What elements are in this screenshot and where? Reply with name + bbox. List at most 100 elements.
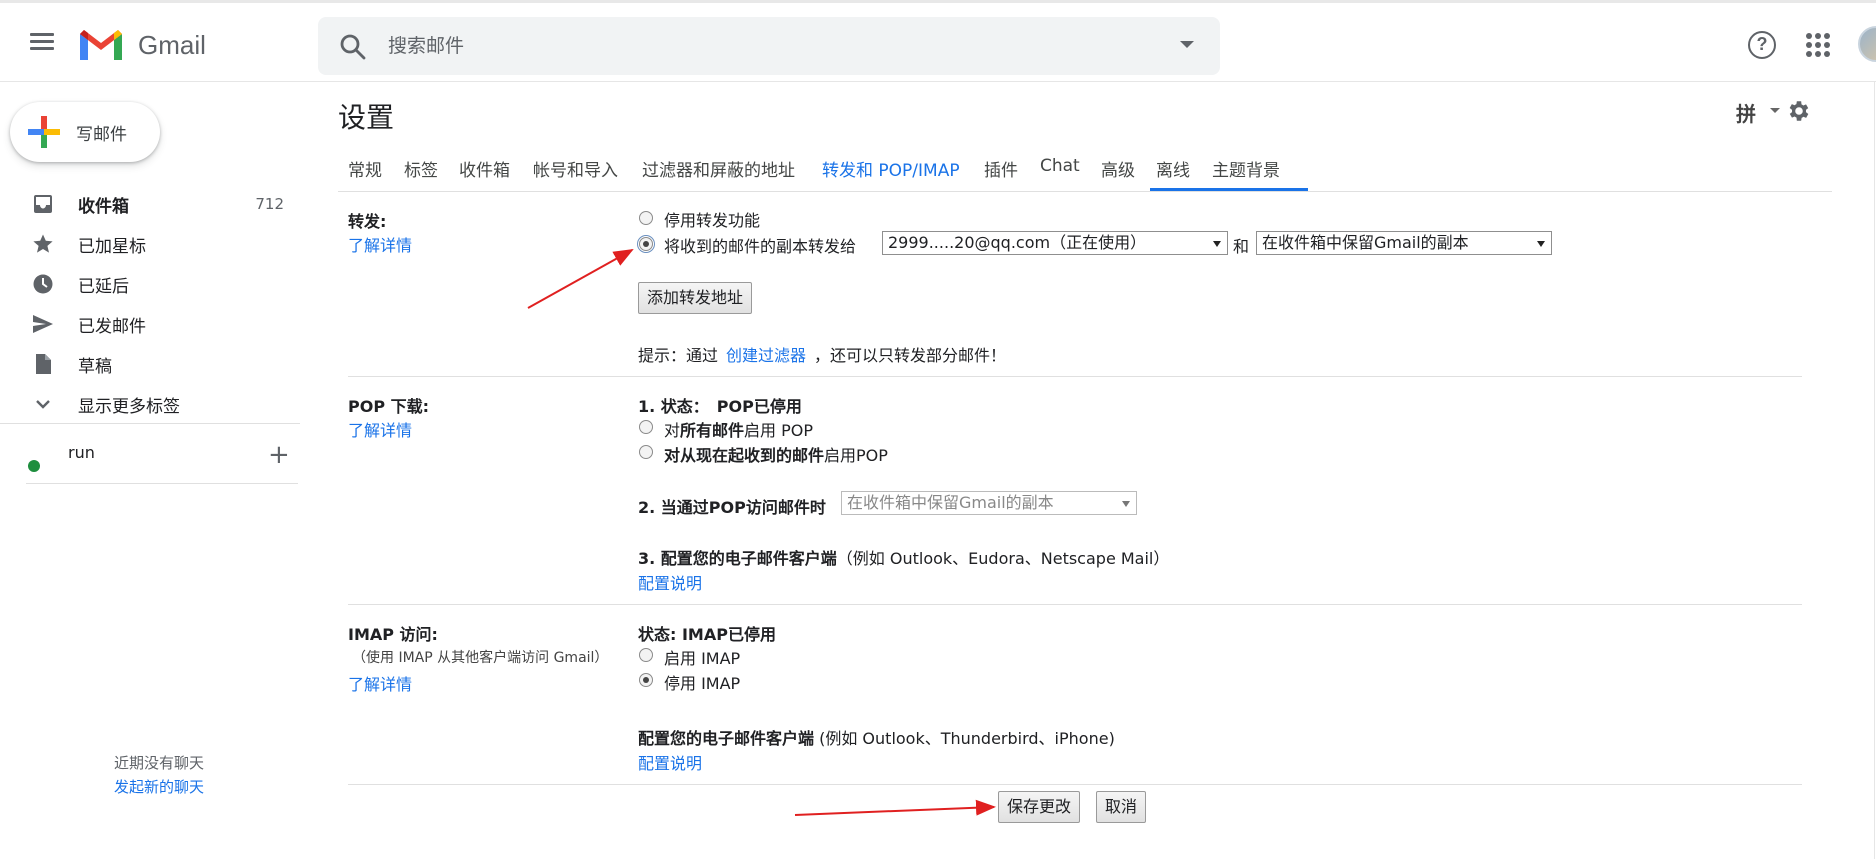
pop-all-bold: 所有邮件 <box>680 421 745 440</box>
disable-forwarding-label: 停用转发功能 <box>664 211 761 230</box>
app-name: Gmail <box>138 29 206 60</box>
pop-config-instructions-link[interactable]: 配置说明 <box>638 570 702 594</box>
enable-imap-label: 启用 IMAP <box>664 649 741 668</box>
pop-from-now-radio[interactable] <box>639 445 653 459</box>
create-filter-link[interactable]: 创建过滤器 <box>726 342 806 366</box>
add-forwarding-address-button[interactable]: 添加转发地址 <box>638 282 753 314</box>
add-chat-icon[interactable]: + <box>268 440 290 470</box>
pop-all-post: 启用 POP <box>744 421 814 440</box>
pop-learn-more-link[interactable]: 了解详情 <box>348 417 412 441</box>
pop-access-action-select[interactable]: 在收件箱中保留Gmail的副本 <box>841 491 1137 515</box>
help-icon[interactable]: ? <box>1748 31 1776 59</box>
sidebar-item-label: 已加星标 <box>78 236 146 257</box>
sidebar-nav: 收件箱 712 已加星标 已延后 已发邮件 草稿 显示更多标签 <box>0 184 300 424</box>
tab-chat[interactable]: Chat <box>1040 156 1080 176</box>
search-icon[interactable] <box>338 32 368 62</box>
pop-when-access-label: 2. 当通过POP访问邮件时 <box>638 494 826 518</box>
sidebar-item-sent[interactable]: 已发邮件 <box>0 304 300 344</box>
pop-now-post: 启用POP <box>824 446 888 465</box>
compose-label: 写邮件 <box>76 124 127 145</box>
gmail-logo[interactable]: Gmail <box>78 25 206 65</box>
forwarding-tip-prefix: 提示：通过 <box>638 346 719 365</box>
imap-access-label: IMAP 访问: <box>348 625 438 644</box>
draft-icon <box>36 354 51 374</box>
pop-status: 1. 状态： POP已停用 <box>638 393 802 417</box>
sidebar-item-starred[interactable]: 已加星标 <box>0 224 300 264</box>
pop-all-pre: 对 <box>664 421 681 440</box>
sidebar-item-snoozed[interactable]: 已延后 <box>0 264 300 304</box>
forward-keep-value: 在收件箱中保留Gmail的副本 <box>1262 233 1469 252</box>
imap-learn-more-link[interactable]: 了解详情 <box>348 671 412 695</box>
forward-copy-radio[interactable] <box>637 235 655 253</box>
star-icon <box>33 234 53 253</box>
gear-icon[interactable] <box>1786 98 1812 124</box>
dropdown-caret-icon <box>1537 241 1545 247</box>
tab-inbox[interactable]: 收件箱 <box>459 156 510 181</box>
dropdown-caret-icon <box>1122 501 1130 507</box>
sidebar-item-inbox[interactable]: 收件箱 712 <box>0 184 300 224</box>
disable-imap-radio[interactable] <box>639 673 653 687</box>
main-menu-icon[interactable] <box>24 29 60 59</box>
search-input[interactable] <box>388 27 1148 65</box>
sidebar-item-more-labels[interactable]: 显示更多标签 <box>0 384 300 424</box>
input-tools-button[interactable]: 拼 <box>1736 98 1756 127</box>
tab-labels[interactable]: 标签 <box>404 156 438 181</box>
tab-advanced[interactable]: 高级 <box>1101 156 1135 181</box>
pop-download-label: POP 下载: <box>348 397 430 416</box>
forwarding-label: 转发: <box>348 212 387 231</box>
annotation-arrow-forward <box>527 249 634 309</box>
chat-user-name[interactable]: run <box>68 443 95 462</box>
sidebar-item-label: 已延后 <box>78 276 129 297</box>
pop-all-mail-label: 对所有邮件启用 POP <box>664 417 813 441</box>
sidebar-item-drafts[interactable]: 草稿 <box>0 344 300 384</box>
tab-themes[interactable]: 主题背景 <box>1212 156 1280 181</box>
pop-configure-client: 3. 配置您的电子邮件客户端（例如 Outlook、Eudora、Netscap… <box>638 545 1169 569</box>
forward-keep-select[interactable]: 在收件箱中保留Gmail的副本 <box>1256 231 1552 255</box>
pop-status-prefix: 1. 状态： <box>638 397 709 416</box>
compose-plus-icon <box>28 116 60 148</box>
section-divider <box>348 784 1802 785</box>
pop-now-bold: 对从现在起收到的邮件 <box>664 446 825 465</box>
disable-imap-label: 停用 IMAP <box>664 674 741 693</box>
apps-grid-icon[interactable] <box>1806 33 1830 57</box>
and-text: 和 <box>1233 237 1250 256</box>
avatar[interactable] <box>1858 26 1876 62</box>
imap-status: 状态: IMAP已停用 <box>638 621 776 645</box>
inbox-icon <box>34 195 52 213</box>
start-new-chat-link[interactable]: 发起新的聊天 <box>114 776 204 797</box>
tab-general[interactable]: 常规 <box>348 156 382 181</box>
search-bar[interactable] <box>318 17 1220 75</box>
imap-config-instructions-link[interactable]: 配置说明 <box>638 750 702 774</box>
tab-forwarding-pop-imap[interactable]: 转发和 POP/IMAP <box>822 156 960 181</box>
sidebar-item-label: 草稿 <box>78 356 112 377</box>
chevron-down-icon <box>36 400 50 409</box>
sidebar-item-label: 已发邮件 <box>78 316 146 337</box>
send-icon <box>33 315 53 333</box>
imap-configure-note: (例如 Outlook、Thunderbird、iPhone) <box>814 729 1115 748</box>
pop-all-mail-radio[interactable] <box>639 420 653 434</box>
imap-note: （使用 IMAP 从其他客户端访问 Gmail） <box>352 650 609 666</box>
sidebar-item-label: 收件箱 <box>78 196 129 217</box>
pop-status-value: POP已停用 <box>716 397 802 416</box>
cancel-button[interactable]: 取消 <box>1096 791 1147 823</box>
tab-filters[interactable]: 过滤器和屏蔽的地址 <box>642 156 795 181</box>
sidebar-divider <box>0 423 300 424</box>
active-tab-indicator <box>1150 188 1308 191</box>
input-tools-caret-icon[interactable] <box>1770 108 1780 113</box>
tab-accounts-import[interactable]: 帐号和导入 <box>533 156 618 181</box>
tab-offline[interactable]: 离线 <box>1156 156 1190 181</box>
annotation-arrow-save <box>794 799 996 816</box>
compose-button[interactable]: 写邮件 <box>10 102 160 162</box>
forwarding-learn-more-link[interactable]: 了解详情 <box>348 232 412 256</box>
imap-configure-client: 配置您的电子邮件客户端 (例如 Outlook、Thunderbird、iPho… <box>638 725 1115 749</box>
tab-addons[interactable]: 插件 <box>984 156 1018 181</box>
search-options-icon[interactable] <box>1180 41 1194 48</box>
imap-configure-bold: 配置您的电子邮件客户端 <box>638 729 815 748</box>
section-divider <box>348 604 1802 605</box>
disable-forwarding-radio[interactable] <box>639 211 653 225</box>
forward-address-select[interactable]: 2999.....20@qq.com（正在使用） <box>882 231 1228 255</box>
save-changes-button[interactable]: 保存更改 <box>998 791 1081 823</box>
side-panel-border <box>1874 82 1875 859</box>
enable-imap-radio[interactable] <box>639 648 653 662</box>
chat-user[interactable] <box>26 440 296 480</box>
